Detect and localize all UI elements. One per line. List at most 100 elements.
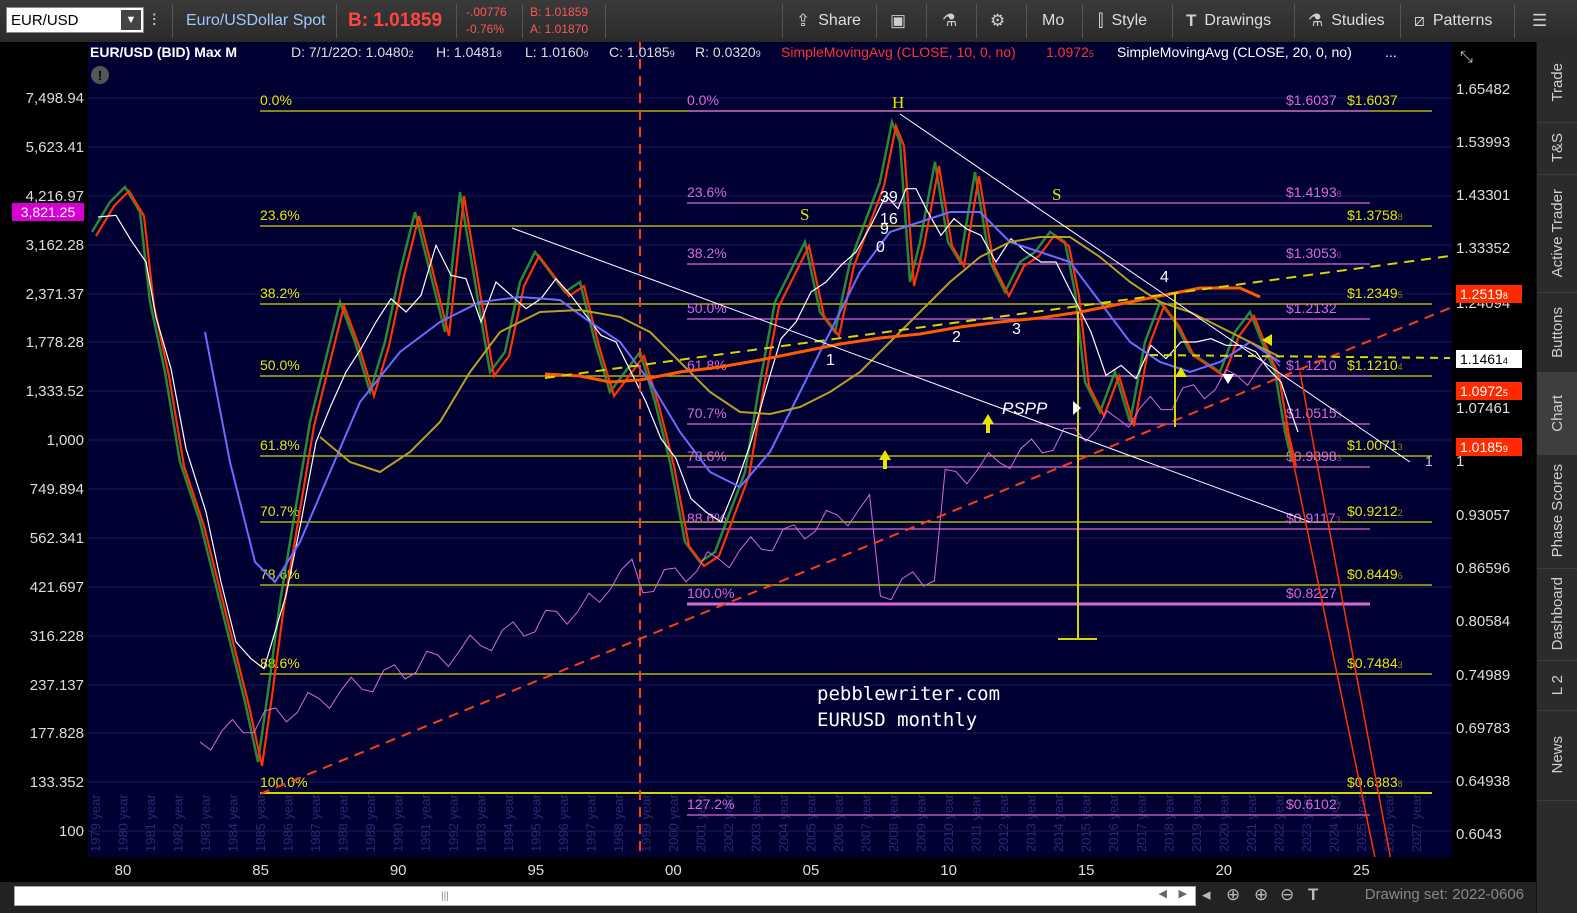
tab-dashboard[interactable]: Dashboard — [1537, 568, 1577, 661]
year-label: 1982 year — [171, 794, 186, 852]
x-tick-label: 05 — [803, 862, 820, 879]
right-axis-background — [1452, 42, 1536, 882]
nav-icon[interactable]: ◂ — [1202, 885, 1211, 905]
wave-4-label: 4 — [1160, 269, 1169, 286]
fib-right-price: $0.8227 — [1286, 585, 1337, 601]
tab-active-trader[interactable]: Active Trader — [1537, 174, 1577, 293]
watermark-site: pebblewriter.com — [817, 683, 1000, 705]
snapshot-button[interactable]: ▣ — [890, 0, 906, 42]
x-tick-label: 10 — [940, 862, 957, 879]
tab-buttons[interactable]: Buttons — [1537, 292, 1577, 373]
svg-text:1.14614: 1.14614 — [1460, 351, 1508, 367]
studies-button[interactable]: ⚗ Studies — [1308, 0, 1385, 42]
right-tick-label: 1.33352 — [1456, 240, 1510, 257]
text-icon[interactable]: T — [1308, 885, 1318, 905]
bid-small: B: 1.01859 — [530, 5, 589, 19]
left-tick-label: 100 — [59, 823, 84, 840]
header-range: R: 0.03209 — [695, 44, 761, 60]
x-tick-label: 15 — [1078, 862, 1095, 879]
fib-right-price: $0.91173 — [1286, 510, 1341, 526]
right-tick-label: 1.43301 — [1456, 187, 1510, 204]
net-change: -.00776 — [466, 5, 507, 19]
zoom-out-icon[interactable]: ⊖ — [1280, 885, 1294, 905]
scroll-right-icon[interactable]: ▶ — [1179, 887, 1187, 900]
chart-area[interactable]: 1979 year 1980 year 1981 year 1982 year 1983… — [0, 42, 1536, 882]
tab-label: Buttons — [1549, 306, 1566, 358]
share-button[interactable]: ⇪ Share — [796, 0, 861, 42]
tab-news[interactable]: News — [1537, 710, 1577, 801]
year-label: 2017 year — [1134, 794, 1149, 852]
flask-icon: ⚗ — [942, 11, 958, 30]
zoom-in-icon[interactable]: ⊕ — [1254, 885, 1268, 905]
x-tick-label: 85 — [252, 862, 269, 879]
year-label: 1998 year — [611, 794, 626, 852]
crosshair-icon[interactable]: ⊕ — [1226, 885, 1240, 905]
year-label: 2007 year — [859, 794, 874, 852]
left-tick-label: 316.228 — [30, 628, 84, 645]
year-label: 1997 year — [583, 794, 598, 852]
left-tick-label: 7,498.94 — [26, 90, 84, 107]
header-sma20: SimpleMovingAvg (CLOSE, 20, 0, no) — [1117, 44, 1352, 60]
ask-small: A: 1.01870 — [530, 22, 589, 36]
year-label: 2012 year — [996, 794, 1011, 852]
gear-icon: ⚙ — [990, 11, 1006, 30]
patterns-label: Patterns — [1432, 12, 1493, 29]
right-tick-label: 0.80584 — [1456, 613, 1510, 630]
symbol-dropdown-icon[interactable]: ▼ — [121, 10, 141, 30]
year-labels: 1979 year 1980 year 1981 year 1982 year 1983… — [88, 794, 1424, 852]
fib-left-price: $0.84496 — [1347, 566, 1403, 582]
x-tick-label: 20 — [1215, 862, 1232, 879]
tab-phase-scores[interactable]: Phase Scores — [1537, 454, 1577, 569]
zoom-collapse-icon[interactable]: ⤡ — [1460, 49, 1473, 66]
year-label: 1995 year — [528, 794, 543, 852]
x-tick-label: 90 — [390, 862, 407, 879]
right-tick-label: 0.86596 — [1456, 560, 1510, 577]
drawings-button[interactable]: T Drawings — [1186, 0, 1271, 42]
header-high: H: 1.04818 — [436, 44, 502, 60]
year-label: 1983 year — [198, 794, 213, 852]
scroll-left-icon[interactable]: ◀ — [1159, 887, 1167, 900]
tab-label: Active Trader — [1549, 188, 1566, 278]
fib-right-price: $1.6037 — [1286, 92, 1337, 108]
drawing-set-label: Drawing set: 2022-0606 — [1364, 886, 1524, 903]
year-label: 1991 year — [418, 794, 433, 852]
studies-icon: ⚗ — [1308, 11, 1324, 30]
symbol-link-icon[interactable]: ⫶ — [152, 0, 156, 42]
period-button[interactable]: Mo — [1042, 0, 1064, 42]
tab-label: L 2 — [1549, 674, 1566, 696]
share-label: Share — [818, 12, 861, 29]
symbol-value: EUR/USD — [11, 12, 79, 29]
year-label: 2013 year — [1024, 794, 1039, 852]
fib-right-price: $0.61027 — [1286, 796, 1342, 812]
scroll-thumb[interactable]: ||| — [441, 891, 457, 902]
tab-chart[interactable]: Chart — [1537, 372, 1577, 455]
patterns-button[interactable]: ⧄ Patterns — [1414, 0, 1492, 42]
fib-right-price: $1.2132 — [1286, 300, 1337, 316]
header-date: D: 7/1/22 — [291, 44, 348, 60]
left-price-marker: 3,821.25 — [21, 204, 76, 220]
header-open: O: 1.04802 — [347, 44, 414, 60]
menu-button[interactable]: ☰ — [1532, 0, 1547, 42]
year-label: 1986 year — [281, 794, 296, 852]
settings-button[interactable]: ⚙ — [990, 0, 1005, 42]
horizontal-scrollbar[interactable]: ||| ◀ ▶ — [14, 886, 1196, 906]
year-label: 1988 year — [336, 794, 351, 852]
year-label: 2018 year — [1161, 794, 1176, 852]
tab-label: T&S — [1549, 133, 1566, 163]
fib-right-price: $1.41938 — [1286, 184, 1342, 200]
x-tick-label: 00 — [665, 862, 682, 879]
tab-trade[interactable]: Trade — [1537, 42, 1577, 123]
tab-t-s[interactable]: T&S — [1537, 122, 1577, 175]
tab-l-2[interactable]: L 2 — [1537, 660, 1577, 711]
fib-left-price: $1.6037 — [1347, 92, 1398, 108]
flask-button[interactable]: ⚗ — [942, 0, 957, 42]
year-label: 2016 year — [1106, 794, 1121, 852]
symbol-input[interactable]: EUR/USD ▼ — [6, 7, 144, 33]
year-label: 2019 year — [1189, 794, 1204, 852]
header-more: ... — [1385, 44, 1397, 60]
news-icon: ▣ — [890, 11, 907, 30]
style-button[interactable]: ⫿ Style — [1098, 0, 1147, 42]
left-tick-label: 3,162.28 — [26, 237, 84, 254]
left-tick-label: 1,333.52 — [26, 383, 84, 400]
fib-left-price: $1.23495 — [1347, 285, 1403, 301]
